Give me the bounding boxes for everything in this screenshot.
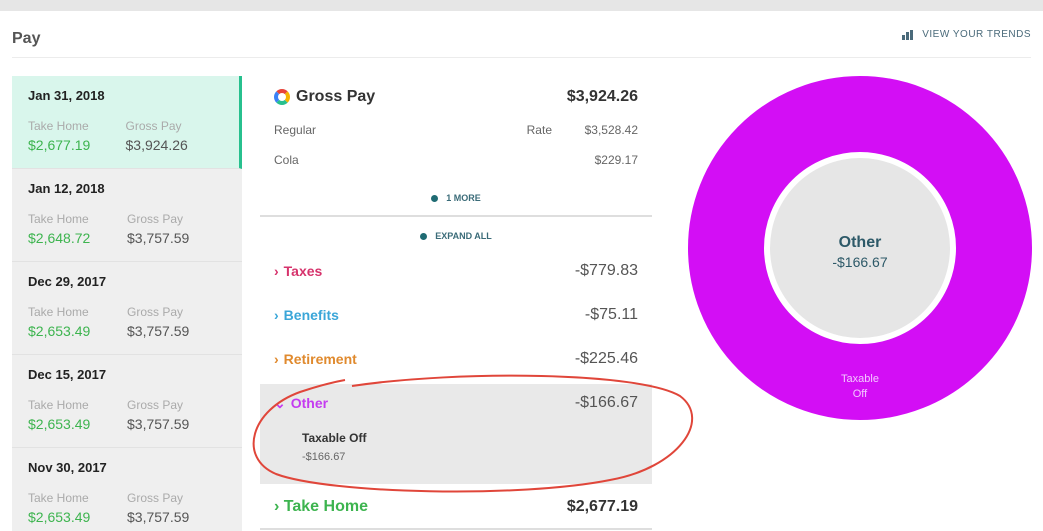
gross-pay-label: Gross Pay — [127, 305, 184, 319]
plus-icon — [431, 195, 439, 203]
take-home-row[interactable]: › Take Home $2,677.19 — [260, 486, 652, 530]
top-bar — [0, 0, 1043, 11]
slice-label-line2: Off — [852, 388, 868, 400]
donut-center-value: -$166.67 — [832, 254, 888, 270]
expand-all-label: EXPAND ALL — [435, 231, 492, 241]
pay-stub-item[interactable]: Jan 31, 2018 Take Home $2,677.19 Gross Pa… — [12, 76, 242, 169]
regular-label: Regular — [274, 123, 317, 137]
plus-icon — [420, 233, 428, 241]
chevron-right-icon: › — [274, 307, 279, 323]
take-home-label: Take Home — [28, 212, 89, 226]
donut-slice-label: Taxable Off — [688, 372, 1032, 402]
show-more-link[interactable]: 1 MORE — [260, 193, 652, 203]
regular-amount: $3,528.42 — [584, 123, 638, 137]
take-home-label: Take Home — [28, 398, 89, 412]
chevron-right-icon: › — [274, 498, 284, 515]
gross-pay-value: $3,924.26 — [125, 137, 188, 153]
gross-pay-value: $3,757.59 — [127, 509, 190, 525]
pay-stub-list: Jan 31, 2018 Take Home $2,677.19 Gross Pa… — [12, 76, 242, 531]
cola-amount: $229.17 — [594, 153, 638, 167]
view-trends-link[interactable]: VIEW YOUR TRENDS — [902, 29, 1031, 40]
section-divider — [260, 215, 652, 217]
gross-pay-value: $3,757.59 — [127, 230, 190, 246]
chevron-right-icon: › — [274, 351, 279, 367]
stub-date: Dec 29, 2017 — [28, 274, 107, 289]
gross-pay-label: Gross Pay — [127, 491, 184, 505]
gross-pay-title: Gross Pay — [296, 88, 376, 105]
gross-pay-amount: $3,924.26 — [566, 88, 638, 105]
take-home-title: Take Home — [283, 498, 368, 515]
take-home-amount: $2,677.19 — [566, 498, 638, 515]
category-taxes[interactable]: › Taxes -$779.83 — [260, 249, 652, 293]
donut-center: Other -$166.67 — [688, 234, 1032, 270]
take-home-label: Take Home — [28, 119, 89, 133]
category-other[interactable]: ⌄ Other -$166.67 — [260, 381, 652, 425]
stub-date: Jan 12, 2018 — [28, 181, 105, 196]
other-item-amount: -$166.67 — [302, 451, 346, 463]
cola-label: Cola — [274, 153, 299, 167]
bar-chart-icon — [902, 29, 914, 40]
take-home-value: $2,653.49 — [28, 416, 91, 432]
category-amount: -$779.83 — [574, 262, 638, 279]
take-home-value: $2,648.72 — [28, 230, 91, 246]
take-home-value: $2,653.49 — [28, 323, 91, 339]
pay-stub-item[interactable]: Dec 29, 2017 Take Home $2,653.49 Gross Pa… — [12, 262, 242, 355]
regular-line: Regular Rate $3,528.42 — [274, 123, 638, 137]
category-retirement[interactable]: › Retirement -$225.46 — [260, 337, 652, 381]
chevron-right-icon: › — [274, 263, 279, 279]
gross-pay-header: Gross Pay $3,924.26 — [274, 88, 638, 106]
gross-pay-ring-icon — [274, 89, 290, 105]
take-home-label: Take Home — [28, 305, 89, 319]
category-benefits[interactable]: › Benefits -$75.11 — [260, 293, 652, 337]
donut-center-title: Other — [838, 234, 882, 251]
category-name: Retirement — [283, 351, 357, 367]
gross-pay-value: $3,757.59 — [127, 323, 190, 339]
expand-all-link[interactable]: EXPAND ALL — [260, 231, 652, 241]
chevron-down-icon: ⌄ — [274, 394, 286, 411]
header-divider — [12, 57, 1031, 58]
pay-stub-item[interactable]: Dec 15, 2017 Take Home $2,653.49 Gross Pa… — [12, 355, 242, 448]
category-amount: -$75.11 — [584, 306, 638, 323]
category-name: Taxes — [283, 263, 323, 279]
pay-stub-item[interactable]: Nov 30, 2017 Take Home $2,653.49 Gross Pa… — [12, 448, 242, 531]
take-home-value: $2,653.49 — [28, 509, 91, 525]
category-name: Other — [290, 394, 329, 411]
category-name: Benefits — [283, 307, 339, 323]
slice-label-line1: Taxable — [841, 373, 879, 385]
category-amount: -$225.46 — [574, 350, 638, 367]
category-amount: -$166.67 — [574, 394, 638, 411]
take-home-value: $2,677.19 — [28, 137, 91, 153]
gross-pay-label: Gross Pay — [127, 398, 184, 412]
take-home-label: Take Home — [28, 491, 89, 505]
view-trends-label: VIEW YOUR TRENDS — [922, 29, 1031, 40]
gross-pay-label: Gross Pay — [127, 212, 184, 226]
show-more-label: 1 MORE — [446, 193, 481, 203]
stub-date: Jan 31, 2018 — [28, 88, 105, 103]
rate-label: Rate — [526, 123, 552, 137]
page-title: Pay — [12, 30, 41, 47]
pay-stub-item[interactable]: Jan 12, 2018 Take Home $2,648.72 Gross Pa… — [12, 169, 242, 262]
stub-date: Nov 30, 2017 — [28, 460, 107, 475]
cola-line: Cola $229.17 — [274, 153, 638, 167]
gross-pay-value: $3,757.59 — [127, 416, 190, 432]
deductions-donut: Other -$166.67 Taxable Off — [688, 76, 1032, 420]
stub-date: Dec 15, 2017 — [28, 367, 107, 382]
other-item-name: Taxable Off — [302, 431, 367, 445]
gross-pay-label: Gross Pay — [125, 119, 182, 133]
